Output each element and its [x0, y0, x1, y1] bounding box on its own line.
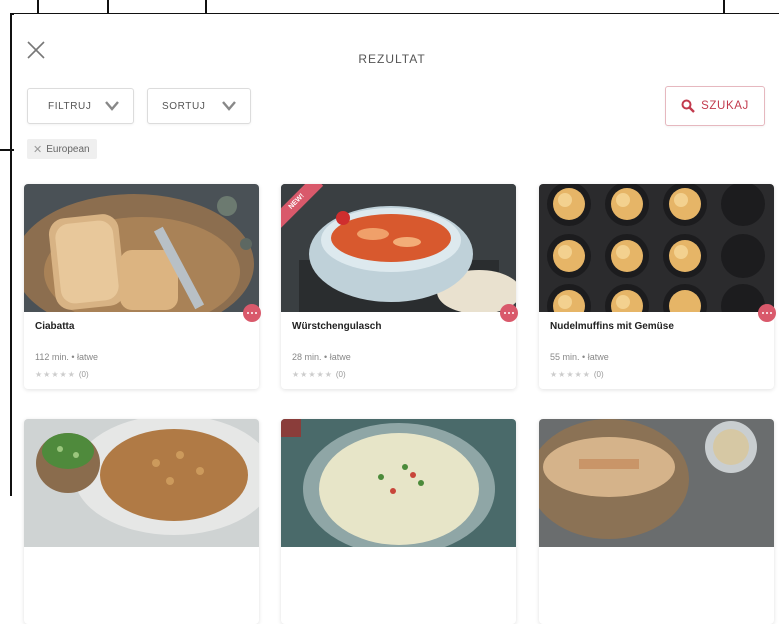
rating-count: (0) [335, 370, 346, 379]
sort-dropdown[interactable]: SORTUJ [147, 88, 251, 124]
new-badge: NEW! [281, 184, 325, 228]
search-icon [681, 99, 695, 113]
recipe-card[interactable]: Nudelmuffins mit Gemüse 55 min. • łatwe … [539, 184, 776, 389]
filter-chip-label: European [46, 143, 90, 155]
meta-separator: • [582, 352, 586, 362]
annotation-line [10, 13, 12, 496]
recipe-title: Ciabatta [35, 321, 75, 332]
page-title: REZULTAT [358, 52, 426, 66]
meta-separator: • [324, 352, 328, 362]
chevron-down-icon [222, 101, 236, 111]
more-options-button[interactable] [758, 304, 776, 322]
recipe-card[interactable] [24, 419, 259, 624]
recipe-image [539, 419, 774, 547]
active-filter-chip[interactable]: ✕ European [27, 139, 97, 159]
search-button[interactable]: SZUKAJ [665, 86, 765, 126]
recipe-card[interactable] [281, 419, 516, 624]
recipe-rating: ★★★★★ (0) [35, 370, 89, 379]
recipe-image [539, 184, 774, 312]
recipe-time: 112 min. [35, 352, 69, 362]
recipe-meta: 55 min. • łatwe [550, 352, 609, 362]
search-label: SZUKAJ [701, 100, 749, 112]
rating-count: (0) [593, 370, 604, 379]
recipe-image [281, 419, 516, 547]
recipe-card[interactable]: Ciabatta 112 min. • łatwe ★★★★★ (0) [24, 184, 261, 389]
recipe-rating: ★★★★★ (0) [292, 370, 346, 379]
meta-separator: • [71, 352, 75, 362]
recipe-meta: 28 min. • łatwe [292, 352, 351, 362]
chevron-down-icon [105, 101, 119, 111]
annotation-line [37, 0, 39, 14]
recipe-difficulty: łatwe [77, 352, 99, 362]
recipe-time: 55 min. [550, 352, 580, 362]
close-icon [27, 41, 45, 59]
rating-stars: ★★★★★ [292, 370, 333, 379]
recipe-image [24, 419, 259, 547]
new-badge-label: NEW! [281, 184, 324, 228]
remove-filter-icon[interactable]: ✕ [33, 143, 42, 156]
recipe-difficulty: łatwe [587, 352, 609, 362]
recipe-title: Nudelmuffins mit Gemüse [550, 321, 674, 332]
sort-label: SORTUJ [162, 100, 206, 112]
recipe-title: Würstchengulasch [292, 321, 382, 332]
rating-count: (0) [78, 370, 89, 379]
more-options-button[interactable] [243, 304, 261, 322]
filter-dropdown[interactable]: FILTRUJ [27, 88, 134, 124]
recipe-rating: ★★★★★ (0) [550, 370, 604, 379]
recipe-difficulty: łatwe [329, 352, 351, 362]
recipe-card[interactable] [539, 419, 774, 624]
recipe-image [24, 184, 259, 312]
close-button[interactable] [24, 38, 48, 62]
more-options-button[interactable] [500, 304, 518, 322]
filter-label: FILTRUJ [48, 100, 92, 112]
rating-stars: ★★★★★ [35, 370, 76, 379]
recipe-time: 28 min. [292, 352, 322, 362]
rating-stars: ★★★★★ [550, 370, 591, 379]
recipe-meta: 112 min. • łatwe [35, 352, 98, 362]
recipe-card[interactable]: NEW! Würstchengulasch 28 min. • łatwe ★★… [281, 184, 518, 389]
